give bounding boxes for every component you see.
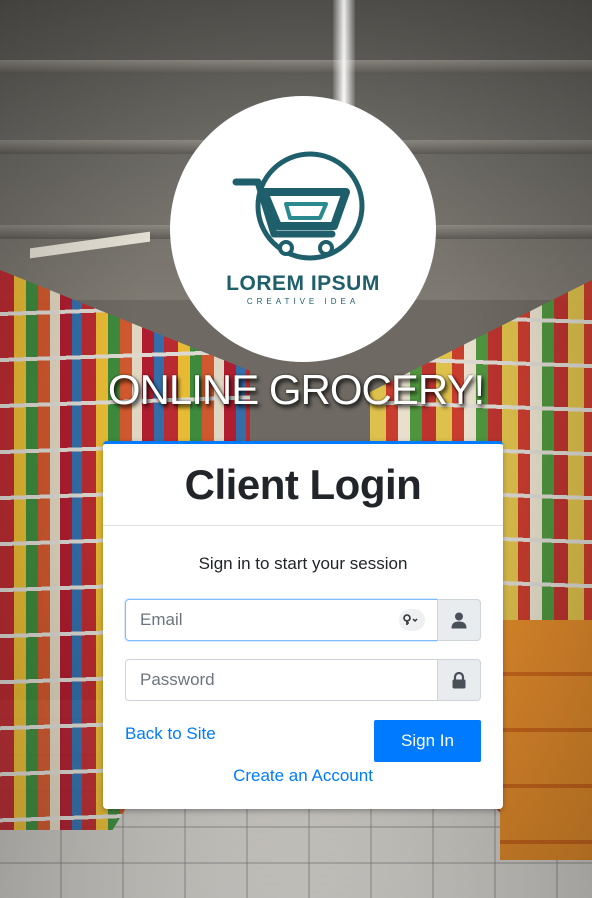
- shopping-cart-logo-icon: [232, 151, 365, 261]
- login-message: Sign in to start your session: [198, 554, 408, 573]
- password-field[interactable]: [125, 659, 437, 701]
- email-field[interactable]: [125, 599, 437, 641]
- password-input-group: [125, 659, 481, 701]
- card-header: Client Login: [103, 444, 503, 526]
- lock-icon-addon: [437, 659, 481, 701]
- logo: LOREM IPSUM CREATIVE IDEA: [170, 96, 436, 362]
- create-account-link[interactable]: Create an Account: [103, 766, 503, 786]
- user-icon-addon: [437, 599, 481, 641]
- user-icon: [451, 612, 467, 628]
- email-input-group: [125, 599, 481, 641]
- lock-icon: [452, 671, 466, 688]
- password-manager-key-icon[interactable]: [399, 609, 425, 631]
- card-title: Client Login: [184, 460, 422, 508]
- login-card: Client Login Sign in to start your sessi…: [103, 441, 503, 809]
- logo-name: LOREM IPSUM: [226, 272, 380, 295]
- logo-tagline: CREATIVE IDEA: [246, 297, 360, 306]
- sign-in-button[interactable]: Sign In: [374, 720, 481, 762]
- back-to-site-link[interactable]: Back to Site: [125, 724, 216, 744]
- store-title: ONLINE GROCERY!: [107, 366, 485, 413]
